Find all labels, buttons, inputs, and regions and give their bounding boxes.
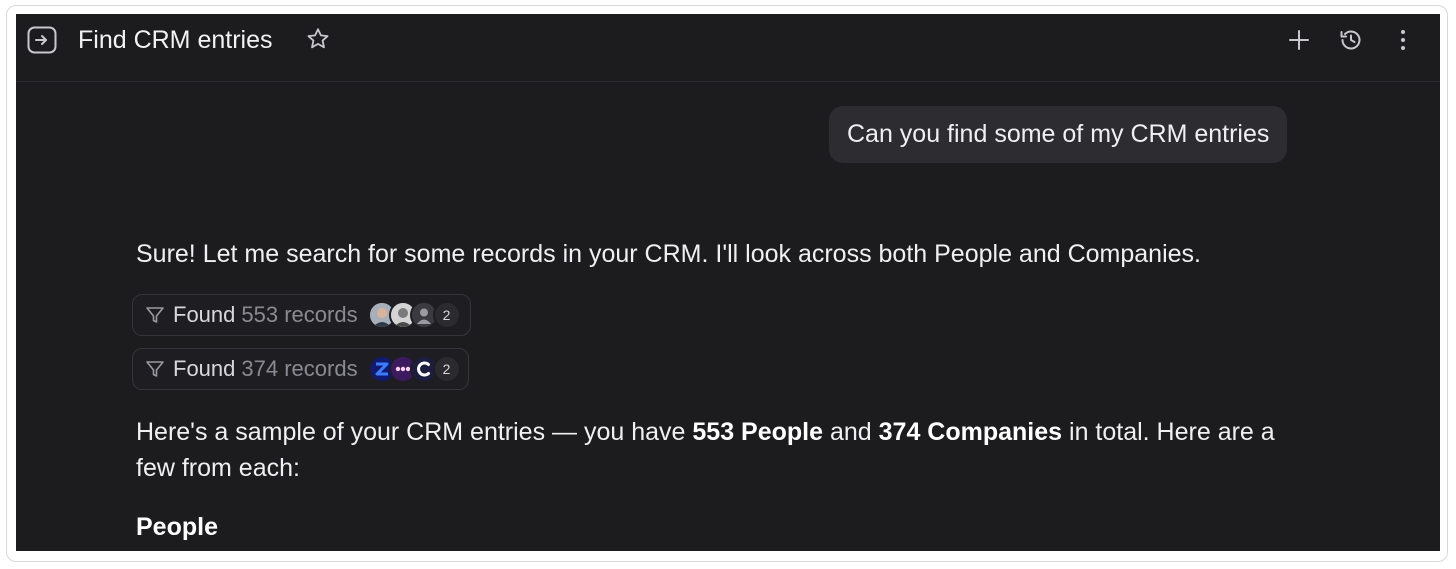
companies-total: 374 Companies: [878, 418, 1063, 446]
user-message: Can you find some of my CRM entries: [829, 106, 1288, 163]
assistant-summary-text: Here's a sample of your CRM entries — yo…: [136, 414, 1316, 486]
more-avatars-badge: 2: [432, 301, 461, 329]
more-options-button[interactable]: [1388, 25, 1418, 55]
header-actions: [1284, 25, 1418, 55]
plus-icon: [1289, 30, 1309, 50]
summary-part-2: and: [823, 418, 879, 446]
star-icon: [307, 28, 329, 49]
filter-icon: [145, 358, 165, 380]
filter-icon: [145, 304, 165, 326]
tool-result-companies[interactable]: Found 374 records 2: [132, 348, 469, 390]
summary-part-1: Here's a sample of your CRM entries — yo…: [136, 418, 693, 446]
people-total: 553 People: [692, 418, 824, 446]
favorite-button[interactable]: [305, 26, 331, 52]
found-label: Found: [173, 302, 236, 327]
found-label: Found: [173, 356, 236, 381]
history-button[interactable]: [1336, 25, 1366, 55]
avatar-stack: 2: [367, 301, 461, 329]
chat-title: Find CRM entries: [78, 26, 273, 54]
chat-window: Find CRM entries Can you find some of my…: [16, 14, 1440, 551]
more-vertical-icon: [1401, 30, 1405, 50]
records-count: 553 records: [241, 302, 358, 327]
assistant-intro-text: Sure! Let me search for some records in …: [136, 240, 1201, 268]
panel-toggle-button[interactable]: [27, 26, 57, 54]
tool-result-people[interactable]: Found 553 records 2: [132, 294, 471, 336]
people-section-heading: People: [136, 513, 218, 541]
history-icon: [1340, 30, 1361, 50]
chat-header: Find CRM entries: [16, 14, 1440, 82]
more-logos-badge: 2: [432, 355, 461, 383]
panel-toggle-icon: [27, 26, 57, 54]
logo-stack: 2: [367, 355, 461, 383]
records-count: 374 records: [241, 356, 358, 381]
new-chat-button[interactable]: [1284, 25, 1314, 55]
